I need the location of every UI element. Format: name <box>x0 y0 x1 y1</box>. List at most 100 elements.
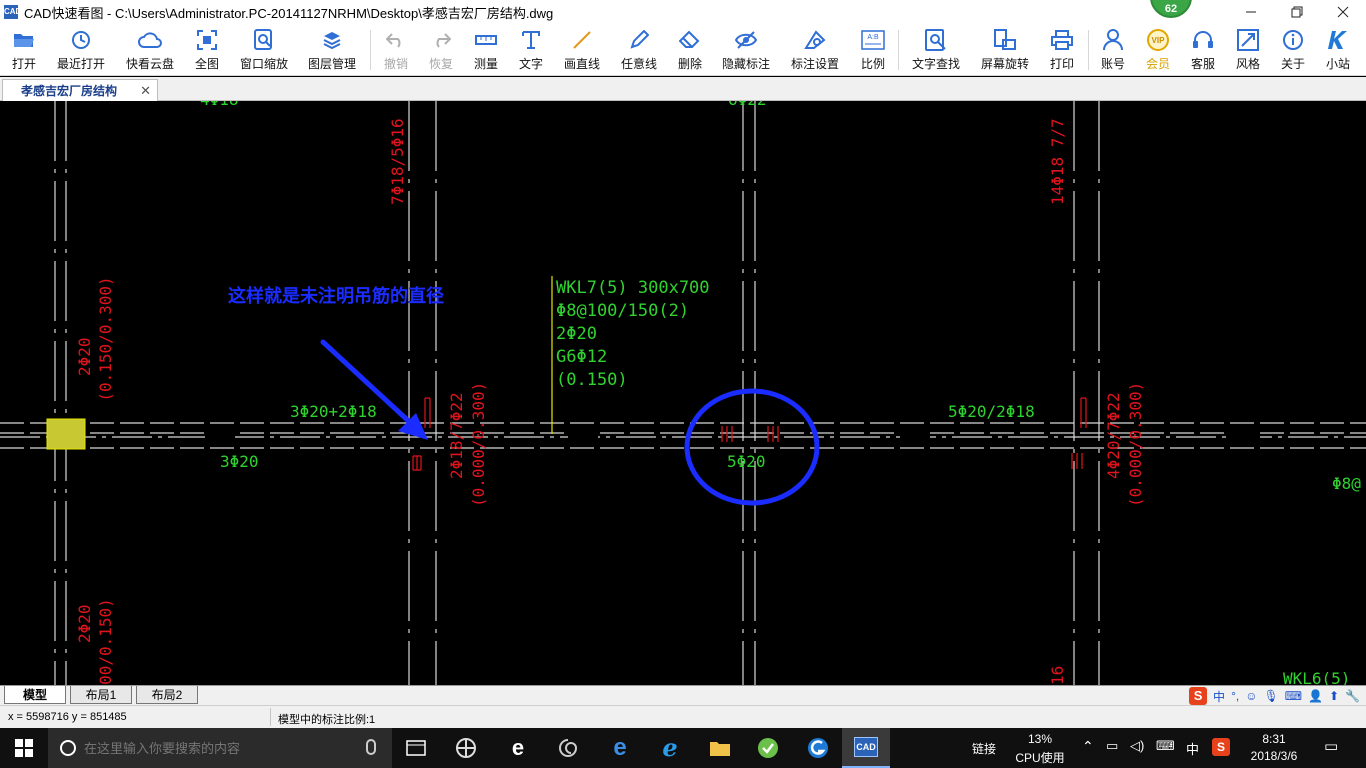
restore-button[interactable] <box>1274 0 1320 24</box>
station-button[interactable]: 小站 <box>1322 26 1354 74</box>
vip-icon: VIP <box>1146 28 1170 52</box>
clock-date[interactable]: 2018/3/6 <box>1244 749 1304 763</box>
account-label: 账号 <box>1100 57 1125 71</box>
beam-label-group: WKL7(5) 300x700 Φ8@100/150(2) 2Φ20 G6Φ12… <box>556 278 710 390</box>
text-button[interactable]: 文字 <box>515 26 547 74</box>
user-icon[interactable]: 👤 <box>1308 689 1323 703</box>
text-search-button[interactable]: 文字查找 <box>908 26 964 74</box>
undo-button[interactable]: 撤销 <box>380 26 412 74</box>
document-tab[interactable]: 孝感吉宏厂房结构 ✕ <box>2 79 158 101</box>
keyboard-icon[interactable]: ⌨ <box>1285 689 1302 703</box>
beam-label-line: (0.150) <box>556 370 628 390</box>
draw-line-button[interactable]: 画直线 <box>560 26 604 74</box>
rebar-label: 5Φ20 <box>727 452 766 471</box>
minimize-icon <box>1246 11 1256 13</box>
column-label: 2Φ20 <box>75 604 94 643</box>
taskbar-app-ie-alt[interactable]: e <box>494 728 542 768</box>
cad-viewer-window: CAD CAD快速看图 - C:\Users\Administrator.PC-… <box>0 0 1366 768</box>
taskbar-app-cad[interactable]: CAD <box>842 728 890 768</box>
freehand-button[interactable]: 任意线 <box>618 26 660 74</box>
fit-all-label: 全图 <box>194 57 219 71</box>
info-icon <box>1281 28 1305 52</box>
ime-toolbar[interactable]: S 中 °, ☺ 🎙 ⌨ 👤 ⬆ 🔧 <box>1189 686 1360 706</box>
ime-mode[interactable]: 中 <box>1213 688 1225 705</box>
minimize-button[interactable] <box>1228 0 1274 24</box>
fit-all-button[interactable]: 全图 <box>190 26 224 74</box>
recent-open-button[interactable]: 最近打开 <box>54 26 108 74</box>
tab-model[interactable]: 模型 <box>4 686 66 704</box>
task-view-button[interactable] <box>392 728 440 768</box>
taskbar-app-swirl[interactable] <box>544 728 592 768</box>
smile-icon[interactable]: ☺ <box>1245 689 1257 703</box>
notification-badge[interactable]: 62 <box>1150 0 1192 18</box>
taskbar-app-edge[interactable]: e <box>596 728 644 768</box>
delete-button[interactable]: 删除 <box>674 26 706 74</box>
taskbar-app-pinwheel[interactable] <box>442 728 490 768</box>
beam-label-line: WKL7(5) 300x700 <box>556 278 710 298</box>
about-button[interactable]: 关于 <box>1277 26 1309 74</box>
taskbar-app-sogou[interactable] <box>794 728 842 768</box>
annotation-settings-button[interactable]: 标注设置 <box>788 26 842 74</box>
taskbar-search[interactable] <box>48 728 392 768</box>
close-button[interactable] <box>1320 0 1366 24</box>
user-icon <box>1101 28 1125 52</box>
volume-icon[interactable]: ◁) <box>1130 738 1144 754</box>
keyboard-icon[interactable]: ⌨ <box>1156 738 1175 754</box>
taskbar-app-explorer[interactable] <box>696 728 744 768</box>
cad-drawing: WKL7(5) 300x700 Φ8@100/150(2) 2Φ20 G6Φ12… <box>0 101 1366 685</box>
annotation-scale: 模型中的标注比例:1 <box>278 714 376 726</box>
ime-indicator[interactable]: 中 <box>1186 739 1199 758</box>
tray-link[interactable]: 链接 <box>972 740 996 757</box>
open-button[interactable]: 打开 <box>6 26 42 74</box>
taskbar-app-ie[interactable]: ℯ <box>646 728 694 768</box>
column-label: 4Φ20/7Φ22 <box>1104 392 1123 479</box>
column-label: (0.150/0.300) <box>96 276 115 401</box>
tray-expand-icon[interactable]: ⌃ <box>1082 738 1094 755</box>
cloud-drive-button[interactable]: 快看云盘 <box>122 26 178 74</box>
text-icon <box>519 28 543 52</box>
scale-button[interactable]: A:B 比例 <box>857 26 889 74</box>
microphone-icon[interactable] <box>366 739 376 755</box>
taskbar-app-360[interactable] <box>744 728 792 768</box>
rotate-screen-button[interactable]: 屏幕旋转 <box>978 26 1032 74</box>
undo-icon <box>384 28 408 52</box>
redo-button[interactable]: 恢复 <box>425 26 457 74</box>
taskbar-search-input[interactable] <box>84 740 354 756</box>
scale-icon: A:B <box>861 28 885 52</box>
pen-icon <box>627 28 651 52</box>
notifications-icon[interactable]: ▭ <box>1324 737 1338 755</box>
clock-time[interactable]: 8:31 <box>1246 732 1302 746</box>
print-button[interactable]: 打印 <box>1046 26 1078 74</box>
zoom-window-label: 窗口缩放 <box>239 57 288 71</box>
mic-icon[interactable]: 🎙 <box>1263 689 1278 703</box>
style-button[interactable]: 风格 <box>1232 26 1264 74</box>
zoom-window-icon <box>252 28 276 52</box>
window-title: CAD快速看图 - C:\Users\Administrator.PC-2014… <box>24 5 554 21</box>
network-icon[interactable]: ▭ <box>1106 738 1118 754</box>
vip-button[interactable]: VIP 会员 <box>1142 26 1174 74</box>
account-button[interactable]: 账号 <box>1097 26 1129 74</box>
rebar-label: WKL6(5) <box>1283 669 1350 685</box>
zoom-window-button[interactable]: 窗口缩放 <box>236 26 292 74</box>
sogou-tray-icon[interactable]: S <box>1212 738 1230 756</box>
measure-button[interactable]: 测量 <box>470 26 502 74</box>
upload-icon[interactable]: ⬆ <box>1329 689 1339 703</box>
layer-manager-button[interactable]: 图层管理 <box>304 26 360 74</box>
tab-layout2[interactable]: 布局2 <box>136 686 198 704</box>
layout-tab-bar: 模型 布局1 布局2 S 中 °, ☺ 🎙 ⌨ 👤 ⬆ 🔧 <box>0 685 1366 705</box>
delete-label: 删除 <box>677 57 702 71</box>
ime-punct[interactable]: °, <box>1231 689 1239 703</box>
document-tab-bar: 孝感吉宏厂房结构 ✕ <box>0 77 1366 101</box>
support-button[interactable]: 客服 <box>1187 26 1219 74</box>
wrench-icon[interactable]: 🔧 <box>1345 689 1360 703</box>
drawing-canvas[interactable]: WKL7(5) 300x700 Φ8@100/150(2) 2Φ20 G6Φ12… <box>0 101 1366 685</box>
tab-layout1[interactable]: 布局1 <box>70 686 132 704</box>
rebar-label: 6Φ22 <box>728 101 767 109</box>
hide-annotation-button[interactable]: 隐藏标注 <box>720 26 772 74</box>
toolbar-divider <box>370 30 371 70</box>
text-search-icon <box>924 28 948 52</box>
start-button[interactable] <box>0 728 48 768</box>
grid-lines <box>0 101 1366 685</box>
rebar-label: 3Φ20+2Φ18 <box>290 402 377 421</box>
close-tab-icon[interactable]: ✕ <box>140 83 151 99</box>
